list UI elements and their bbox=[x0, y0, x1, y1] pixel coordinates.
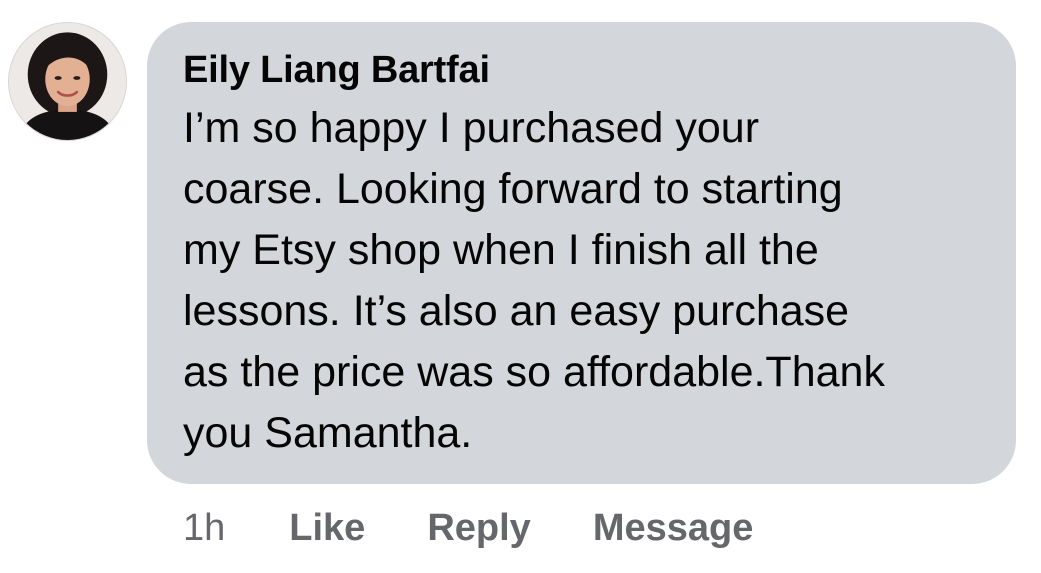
profile-photo-icon bbox=[9, 23, 126, 140]
message-button[interactable]: Message bbox=[593, 507, 754, 550]
comment-author-name[interactable]: Eily Liang Bartfai bbox=[183, 46, 986, 94]
comment-bubble: Eily Liang Bartfai I’m so happy I purcha… bbox=[147, 22, 1016, 484]
reply-button[interactable]: Reply bbox=[427, 507, 530, 550]
comment-timestamp[interactable]: 1h bbox=[183, 507, 225, 550]
comment-actions: 1h Like Reply Message bbox=[183, 502, 753, 554]
like-button[interactable]: Like bbox=[289, 507, 365, 550]
comment-text: I’m so happy I purchased your coarse. Lo… bbox=[183, 104, 885, 457]
author-avatar[interactable] bbox=[8, 22, 127, 141]
